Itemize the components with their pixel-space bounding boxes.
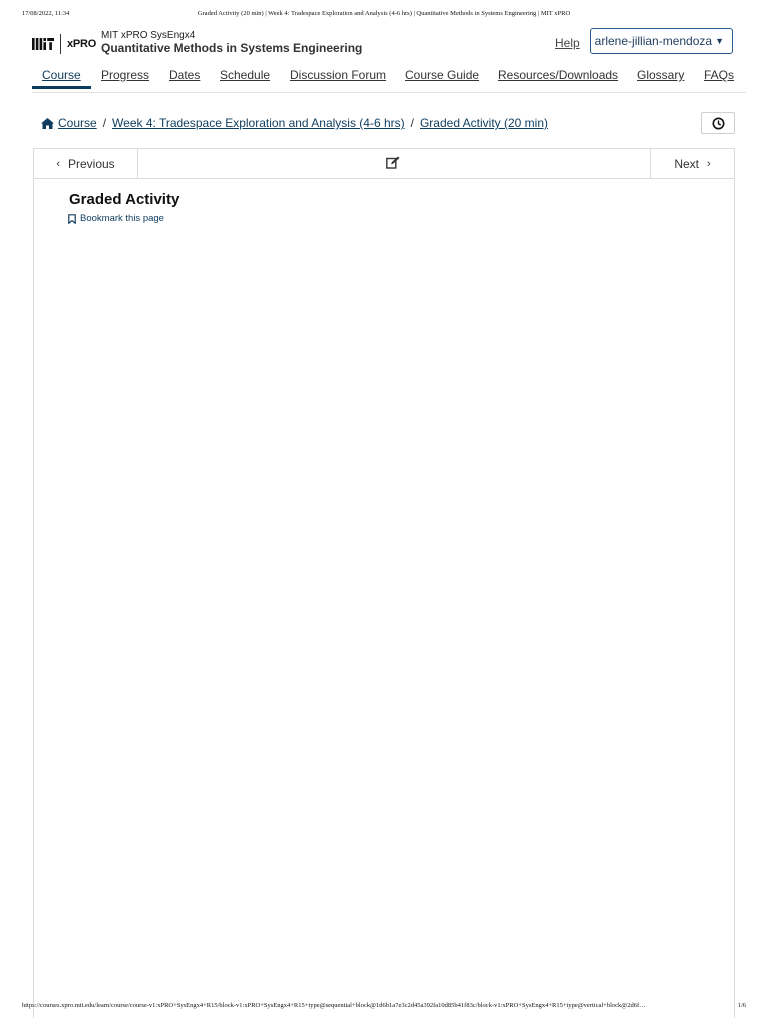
course-identity: MIT xPRO SysEngx4 Quantitative Methods i… [101,30,362,55]
breadcrumb-unit[interactable]: Graded Activity (20 min) [420,116,548,130]
user-menu-button[interactable]: arlene-jillian-mendoza ▼ [590,28,733,54]
tab-faqs[interactable]: FAQs [704,68,734,89]
sequence-navigation: ‹ Previous Next › [34,149,734,179]
site-header: xPRO MIT xPRO SysEngx4 Quantitative Meth… [32,28,736,58]
tab-dates[interactable]: Dates [169,68,200,89]
help-link[interactable]: Help [555,36,580,50]
tab-course-guide[interactable]: Course Guide [405,68,479,89]
clock-icon [712,117,724,129]
print-header: 17/08/2022, 11:34 Graded Activity (20 mi… [22,10,746,22]
edit-unit-icon[interactable] [386,156,400,174]
breadcrumb-course[interactable]: Course [58,116,97,130]
home-icon[interactable] [41,117,54,129]
unit-content-frame: ‹ Previous Next › Graded Activity Bookma… [33,148,735,1018]
chevron-down-icon: ▼ [715,36,724,46]
history-button[interactable] [701,112,735,134]
course-title: Quantitative Methods in Systems Engineer… [101,41,363,55]
print-page-title: Graded Activity (20 min) | Week 4: Trade… [197,10,571,17]
tab-resources-downloads[interactable]: Resources/Downloads [498,68,618,89]
tab-progress[interactable]: Progress [101,68,149,89]
breadcrumb: Course / Week 4: Tradespace Exploration … [41,116,548,130]
logo-divider [60,34,61,54]
previous-button[interactable]: ‹ Previous [34,149,138,178]
print-page-number: 1/6 [737,1002,746,1009]
unit-title: Graded Activity [69,191,180,208]
previous-label: Previous [67,156,115,171]
bookmark-button[interactable]: Bookmark this page [68,213,164,224]
username: arlene-jillian-mendoza [594,34,713,48]
tab-glossary[interactable]: Glossary [637,68,684,89]
bookmark-label: Bookmark this page [80,213,164,224]
chevron-left-icon: ‹ [56,157,60,170]
breadcrumb-separator: / [102,116,107,130]
next-label: Next [674,156,699,171]
course-org-number: MIT xPRO SysEngx4 [101,30,196,41]
breadcrumb-separator: / [410,116,414,130]
breadcrumb-section[interactable]: Week 4: Tradespace Exploration and Analy… [112,116,405,130]
tab-schedule[interactable]: Schedule [220,68,270,89]
bookmark-icon [68,213,76,224]
tab-course[interactable]: Course [32,68,91,89]
mit-logo-icon [32,38,54,50]
chevron-right-icon: › [707,157,711,170]
course-tabs: Course Progress Dates Schedule Discussio… [32,64,746,93]
tab-discussion-forum[interactable]: Discussion Forum [290,68,386,89]
mit-xpro-logo[interactable]: xPRO [32,34,96,54]
xpro-wordmark: xPRO [67,38,97,50]
print-url: https://courses.xpro.mit.edu/learn/cours… [22,1002,646,1009]
print-footer: https://courses.xpro.mit.edu/learn/cours… [22,1002,746,1014]
next-button[interactable]: Next › [650,149,734,178]
